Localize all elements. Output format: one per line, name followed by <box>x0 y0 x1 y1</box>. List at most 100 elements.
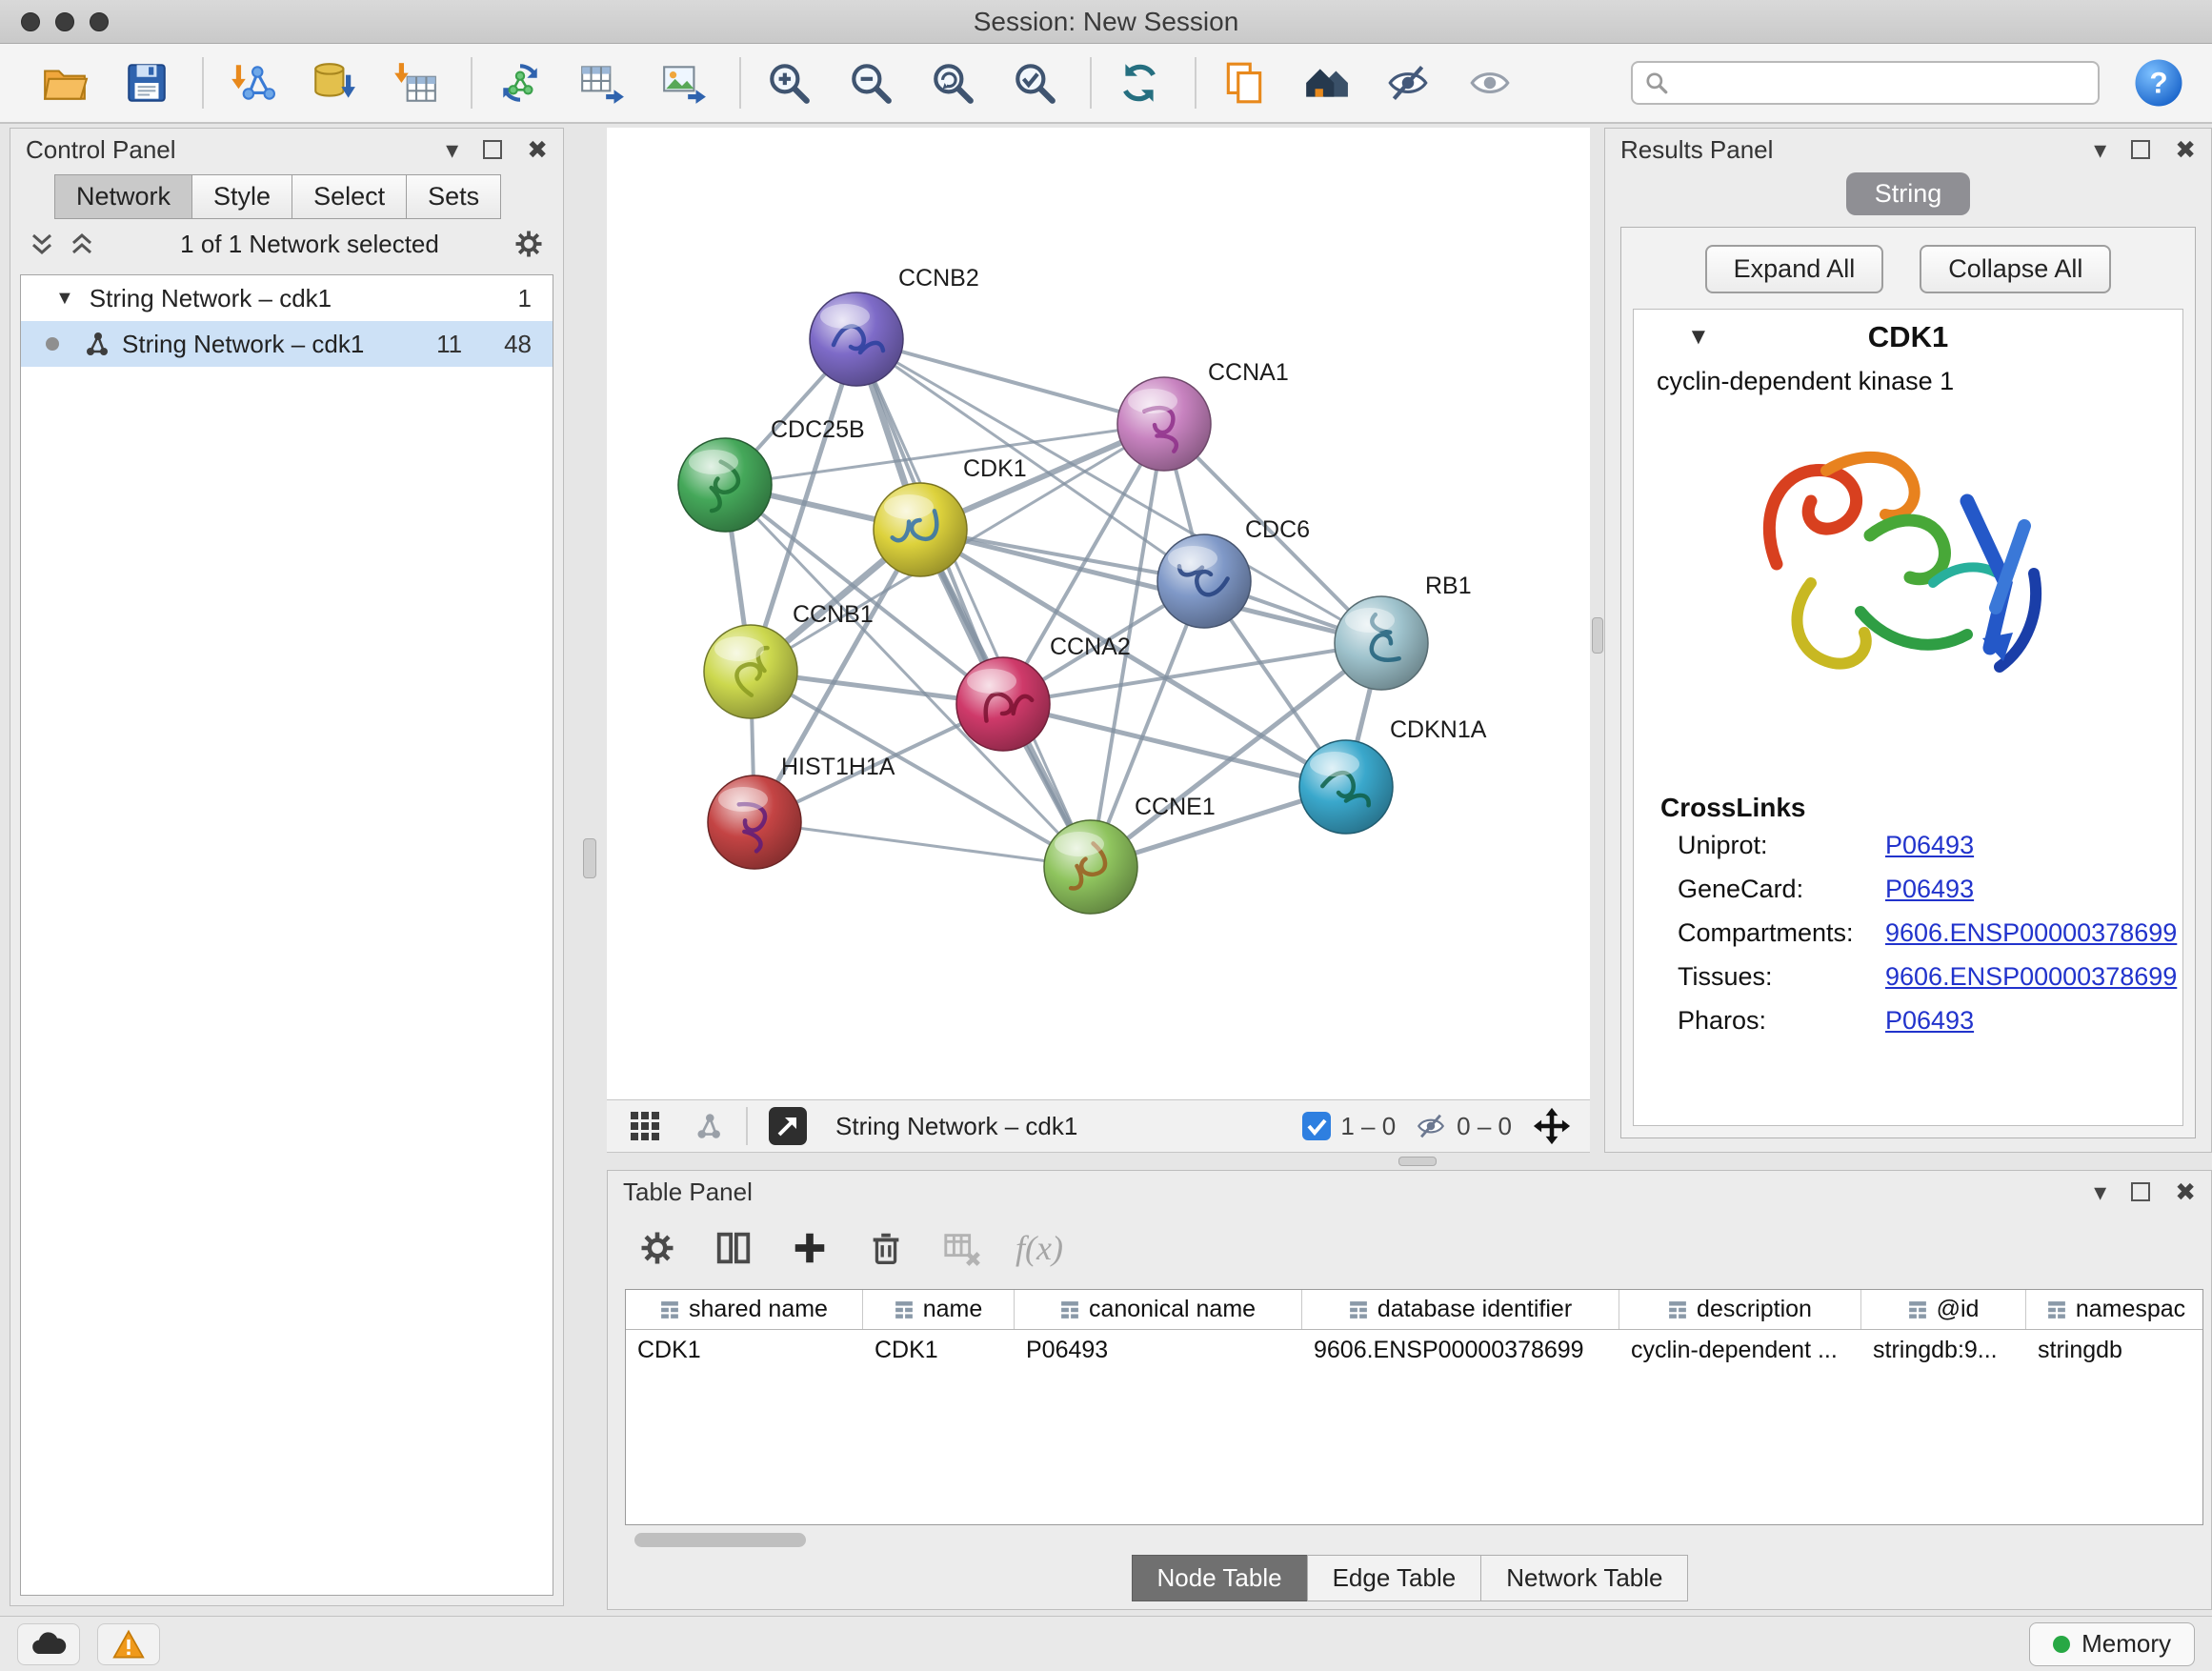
network-canvas[interactable]: CCNB2CCNA1CDC25BCDK1CDC6RB1CCNB1CCNA2CDK… <box>607 128 1590 1099</box>
vertical-splitter-handle[interactable] <box>583 838 596 878</box>
tab-network-table[interactable]: Network Table <box>1480 1555 1688 1601</box>
toolbar-separator <box>471 57 473 109</box>
zoom-fit-button[interactable] <box>924 54 981 111</box>
toolbar-separator <box>202 57 204 109</box>
network-view-icon[interactable] <box>685 1105 727 1147</box>
new-network-button[interactable] <box>492 54 549 111</box>
column-header--id[interactable]: @id <box>1861 1290 2026 1329</box>
crosslink-value[interactable]: 9606.ENSP00000378699 <box>1885 962 2177 992</box>
network-node-CDC25B[interactable]: CDC25B <box>678 416 865 532</box>
import-database-icon <box>310 59 357 107</box>
delete-column-icon[interactable] <box>863 1225 909 1271</box>
duplicate-network-button[interactable] <box>1216 54 1273 111</box>
collapse-panel-icon[interactable]: ▾ <box>2094 135 2106 165</box>
column-header-namespac[interactable]: namespac <box>2026 1290 2203 1329</box>
expand-all-button[interactable]: Expand All <box>1705 245 1884 293</box>
column-header-description[interactable]: description <box>1619 1290 1861 1329</box>
close-panel-icon[interactable]: ✖ <box>527 135 548 165</box>
delete-table-icon[interactable] <box>939 1225 985 1271</box>
help-button[interactable]: ? <box>2132 56 2185 110</box>
table-row[interactable]: CDK1CDK1P064939606.ENSP00000378699cyclin… <box>626 1330 2202 1370</box>
tab-string[interactable]: String <box>1846 172 1971 215</box>
open-session-button[interactable] <box>36 54 93 111</box>
network-node-CCNA1[interactable]: CCNA1 <box>1117 359 1289 471</box>
network-collection-row[interactable]: ▼ String Network – cdk1 1 <box>21 275 553 321</box>
network-options-gear-icon[interactable] <box>512 227 546 261</box>
search-input[interactable] <box>1679 69 2086 98</box>
import-table-icon <box>392 59 439 107</box>
crosslink-value[interactable]: P06493 <box>1885 831 1974 860</box>
save-session-button[interactable] <box>118 54 175 111</box>
homes-button[interactable] <box>1297 54 1355 111</box>
tab-select[interactable]: Select <box>292 174 407 219</box>
column-header-canonical-name[interactable]: canonical name <box>1015 1290 1302 1329</box>
tab-network[interactable]: Network <box>54 174 192 219</box>
scrollbar-thumb[interactable] <box>634 1533 806 1547</box>
tab-sets[interactable]: Sets <box>406 174 501 219</box>
pan-mode-icon[interactable] <box>1531 1105 1573 1147</box>
network-edge-CCNB2-CCNA1[interactable] <box>856 339 1164 424</box>
import-network-from-database-button[interactable] <box>305 54 362 111</box>
crosslink-value[interactable]: P06493 <box>1885 1006 1974 1036</box>
horizontal-splitter-handle[interactable] <box>1398 1157 1437 1166</box>
selected-count-group: 1 – 0 <box>1302 1112 1396 1141</box>
string-results-container: Expand All Collapse All ▼ CDK1 cyclin-de… <box>1620 227 2196 1138</box>
export-image-button[interactable] <box>655 54 713 111</box>
warnings-button[interactable] <box>97 1623 160 1665</box>
zoom-selected-button[interactable] <box>1006 54 1063 111</box>
column-header-name[interactable]: name <box>863 1290 1015 1329</box>
column-header-shared-name[interactable]: shared name <box>626 1290 863 1329</box>
tab-style[interactable]: Style <box>191 174 292 219</box>
collection-disclosure-icon[interactable]: ▼ <box>55 288 74 310</box>
collapse-all-icon[interactable] <box>28 230 56 258</box>
table-horizontal-scrollbar[interactable] <box>625 1533 2203 1548</box>
create-column-icon[interactable] <box>787 1225 833 1271</box>
gene-disclosure-icon[interactable]: ▼ <box>1687 324 1710 351</box>
import-table-from-file-button[interactable] <box>387 54 444 111</box>
network-node-RB1[interactable]: RB1 <box>1335 573 1472 690</box>
cloud-status-button[interactable] <box>17 1623 80 1665</box>
close-panel-icon[interactable]: ✖ <box>2175 1178 2196 1207</box>
refresh-button[interactable] <box>1111 54 1168 111</box>
export-table-button[interactable] <box>573 54 631 111</box>
float-panel-icon[interactable] <box>2131 140 2150 159</box>
network-row-selected[interactable]: String Network – cdk1 11 48 <box>21 321 553 367</box>
network-edge-CCNB2-CCNE1[interactable] <box>856 339 1091 867</box>
collapse-panel-icon[interactable]: ▾ <box>446 135 458 165</box>
collapse-panel-icon[interactable]: ▾ <box>2094 1178 2106 1207</box>
network-edge-CDK1-RB1[interactable] <box>920 530 1381 643</box>
gene-card-header[interactable]: ▼ CDK1 <box>1634 310 2182 365</box>
network-edge-HIST1H1A-CCNE1[interactable] <box>754 822 1091 867</box>
vertical-splitter-handle[interactable] <box>1592 617 1603 654</box>
network-edge-CCNA2-CDKN1A[interactable] <box>1003 704 1346 787</box>
column-header-database-identifier[interactable]: database identifier <box>1302 1290 1619 1329</box>
expand-all-icon[interactable] <box>68 230 96 258</box>
network-view[interactable]: CCNB2CCNA1CDC25BCDK1CDC6RB1CCNB1CCNA2CDK… <box>607 128 1590 1099</box>
table-settings-gear-icon[interactable] <box>634 1225 680 1271</box>
show-all-button[interactable] <box>1461 54 1518 111</box>
collapse-all-button[interactable]: Collapse All <box>1920 245 2111 293</box>
import-network-from-file-button[interactable] <box>223 54 280 111</box>
network-selection-bar: 1 of 1 Network selected <box>10 219 563 269</box>
network-node-CCNE1[interactable]: CCNE1 <box>1044 794 1216 914</box>
table-cell: stringdb:9... <box>1861 1330 2026 1370</box>
network-node-CDKN1A[interactable]: CDKN1A <box>1299 716 1487 834</box>
tab-node-table[interactable]: Node Table <box>1132 1555 1308 1601</box>
function-builder-button[interactable]: f(x) <box>1016 1228 1063 1268</box>
zoom-in-button[interactable] <box>760 54 817 111</box>
close-panel-icon[interactable]: ✖ <box>2175 135 2196 165</box>
crosslink-value[interactable]: 9606.ENSP00000378699 <box>1885 918 2177 948</box>
network-node-CDK1[interactable]: CDK1 <box>874 455 1027 576</box>
float-panel-icon[interactable] <box>2131 1182 2150 1201</box>
grid-view-icon[interactable] <box>624 1105 666 1147</box>
memory-button[interactable]: Memory <box>2029 1622 2195 1666</box>
show-columns-icon[interactable] <box>711 1225 756 1271</box>
birdseye-view-icon[interactable] <box>767 1105 809 1147</box>
float-panel-icon[interactable] <box>483 140 502 159</box>
crosslink-value[interactable]: P06493 <box>1885 875 1974 904</box>
zoom-out-button[interactable] <box>842 54 899 111</box>
tab-edge-table[interactable]: Edge Table <box>1307 1555 1482 1601</box>
hide-selected-button[interactable] <box>1379 54 1437 111</box>
network-selection-status: 1 of 1 Network selected <box>108 230 512 259</box>
network-node-HIST1H1A[interactable]: HIST1H1A <box>708 754 895 869</box>
